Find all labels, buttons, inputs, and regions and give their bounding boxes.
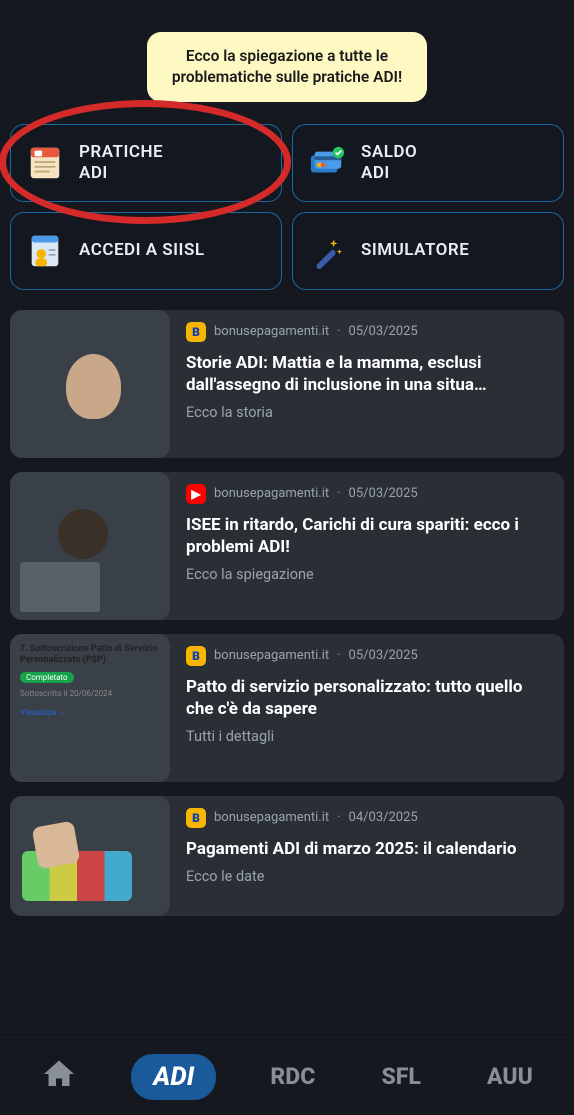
portal-user-icon (25, 231, 65, 271)
article-subtitle: Ecco le date (186, 868, 550, 885)
article-card[interactable]: ▶ bonusepagamenti.it · 05/03/2025 ISEE i… (10, 472, 564, 620)
action-grid: PRATICHE ADI SALDO ADI (0, 124, 574, 290)
article-title: Patto di servizio personalizzato: tutto … (186, 676, 550, 720)
source-youtube-icon: ▶ (186, 484, 206, 504)
article-date: 05/03/2025 (349, 648, 418, 663)
article-feed: B bonusepagamenti.it · 05/03/2025 Storie… (0, 310, 574, 916)
article-card[interactable]: B bonusepagamenti.it · 04/03/2025 Pagame… (10, 796, 564, 916)
article-meta: B bonusepagamenti.it · 05/03/2025 (186, 322, 550, 342)
article-title: ISEE in ritardo, Carichi di cura spariti… (186, 514, 550, 558)
info-banner-text: Ecco la spiegazione a tutte le problemat… (172, 47, 402, 86)
article-thumbnail: 7. Sottoscrizione Patto di Servizio Pers… (10, 634, 170, 782)
source-b-icon: B (186, 808, 206, 828)
article-title: Storie ADI: Mattia e la mamma, esclusi d… (186, 352, 550, 396)
article-date: 04/03/2025 (349, 810, 418, 825)
bottom-nav: ADI RDC SFL AUU (0, 1037, 574, 1115)
article-thumbnail (10, 310, 170, 458)
article-source: bonusepagamenti.it (214, 486, 329, 501)
wand-icon (307, 231, 347, 271)
article-thumbnail (10, 796, 170, 916)
tile-pratiche-adi[interactable]: PRATICHE ADI (10, 124, 282, 202)
tile-accedi-siisl[interactable]: ACCEDI A SIISL (10, 212, 282, 290)
document-icon (25, 143, 65, 183)
article-date: 05/03/2025 (349, 324, 418, 339)
tile-label: PRATICHE ADI (79, 142, 163, 185)
article-subtitle: Ecco la storia (186, 404, 550, 421)
article-meta: ▶ bonusepagamenti.it · 05/03/2025 (186, 484, 550, 504)
article-subtitle: Ecco la spiegazione (186, 566, 550, 583)
article-date: 05/03/2025 (349, 486, 418, 501)
tile-saldo-adi[interactable]: SALDO ADI (292, 124, 564, 202)
nav-auu[interactable]: AUU (475, 1055, 545, 1098)
article-meta: B bonusepagamenti.it · 04/03/2025 (186, 808, 550, 828)
tile-label: ACCEDI A SIISL (79, 240, 205, 261)
article-meta: B bonusepagamenti.it · 05/03/2025 (186, 646, 550, 666)
article-card[interactable]: 7. Sottoscrizione Patto di Servizio Pers… (10, 634, 564, 782)
article-card[interactable]: B bonusepagamenti.it · 05/03/2025 Storie… (10, 310, 564, 458)
source-b-icon: B (186, 646, 206, 666)
article-source: bonusepagamenti.it (214, 648, 329, 663)
nav-rdc[interactable]: RDC (258, 1055, 327, 1098)
nav-adi[interactable]: ADI (131, 1054, 216, 1100)
nav-sfl[interactable]: SFL (369, 1055, 432, 1098)
tile-simulatore[interactable]: SIMULATORE (292, 212, 564, 290)
article-thumbnail (10, 472, 170, 620)
article-title: Pagamenti ADI di marzo 2025: il calendar… (186, 838, 550, 860)
article-subtitle: Tutti i dettagli (186, 728, 550, 745)
info-banner[interactable]: Ecco la spiegazione a tutte le problemat… (147, 32, 427, 102)
source-b-icon: B (186, 322, 206, 342)
card-balance-icon (307, 143, 347, 183)
article-source: bonusepagamenti.it (214, 810, 329, 825)
tile-label: SALDO ADI (361, 142, 417, 185)
home-icon (41, 1056, 77, 1092)
nav-home[interactable] (29, 1048, 89, 1106)
article-source: bonusepagamenti.it (214, 324, 329, 339)
tile-label: SIMULATORE (361, 240, 469, 261)
